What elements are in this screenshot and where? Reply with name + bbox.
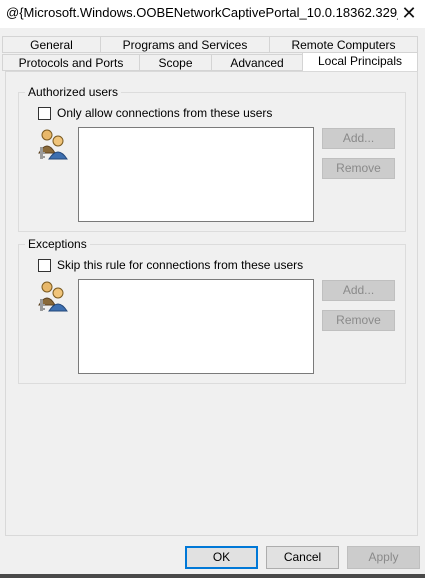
tab-remote-computers[interactable]: Remote Computers — [269, 36, 418, 53]
authorized-users-group-label: Authorized users — [25, 85, 122, 99]
users-icon — [38, 129, 68, 160]
skip-rule-users-checkbox[interactable] — [38, 259, 51, 272]
title-bar: @{Microsoft.Windows.OOBENetworkCaptivePo… — [0, 0, 425, 28]
skip-rule-users-label: Skip this rule for connections from thes… — [57, 258, 304, 272]
exceptions-remove-button[interactable]: Remove — [322, 310, 395, 331]
authorized-remove-button[interactable]: Remove — [322, 158, 395, 179]
tab-local-principals[interactable]: Local Principals — [302, 52, 418, 72]
only-allow-users-checkbox[interactable] — [38, 107, 51, 120]
tab-protocols-and-ports[interactable]: Protocols and Ports — [2, 54, 140, 71]
cancel-button[interactable]: Cancel — [266, 546, 339, 569]
apply-button[interactable]: Apply — [347, 546, 420, 569]
tab-scope[interactable]: Scope — [139, 54, 212, 71]
users-icon — [38, 281, 68, 312]
window-title: @{Microsoft.Windows.OOBENetworkCaptivePo… — [6, 5, 398, 20]
authorized-users-list[interactable] — [78, 127, 314, 222]
taskbar-edge — [0, 574, 425, 578]
only-allow-users-label: Only allow connections from these users — [57, 106, 273, 120]
ok-button[interactable]: OK — [185, 546, 258, 569]
exceptions-add-button[interactable]: Add... — [322, 280, 395, 301]
tab-advanced[interactable]: Advanced — [211, 54, 303, 71]
close-icon[interactable]: ✕ — [397, 1, 421, 25]
tab-programs-and-services[interactable]: Programs and Services — [100, 36, 270, 53]
authorized-add-button[interactable]: Add... — [322, 128, 395, 149]
tab-general[interactable]: General — [2, 36, 101, 53]
exceptions-group-label: Exceptions — [25, 237, 90, 251]
exceptions-users-list[interactable] — [78, 279, 314, 374]
